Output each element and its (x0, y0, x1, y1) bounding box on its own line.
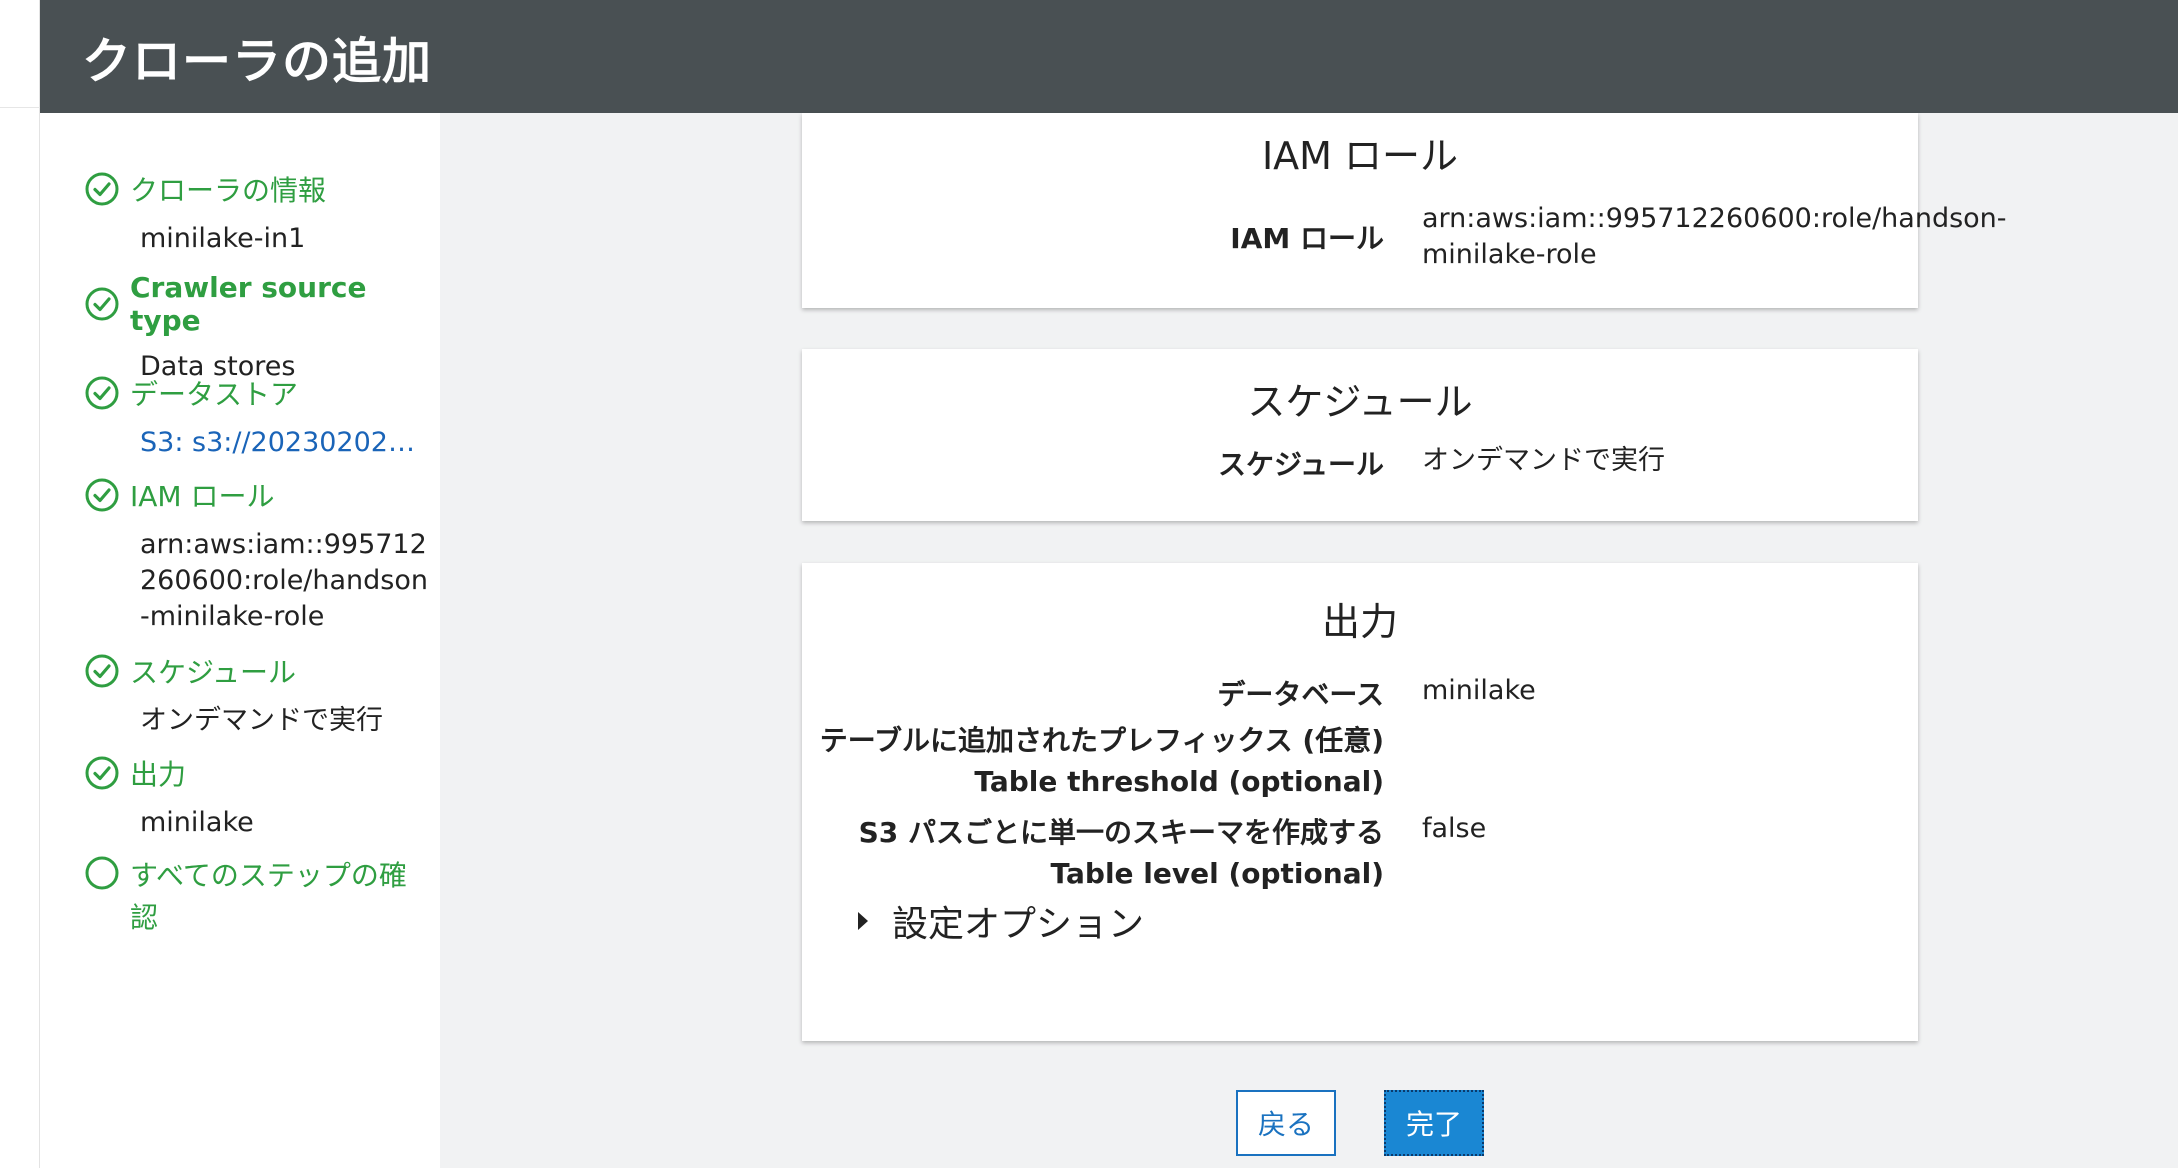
step-schedule[interactable]: スケジュール オンデマンドで実行 (84, 651, 430, 739)
row-label: テーブルに追加されたプレフィックス (任意) (819, 724, 1384, 757)
page-title: クローラの追加 (82, 33, 433, 90)
left-edge (0, 0, 40, 1168)
back-button[interactable]: 戻る (1236, 1090, 1336, 1156)
step-review[interactable]: すべてのステップの確認 (84, 855, 410, 939)
check-circle-icon (85, 172, 119, 206)
finish-button[interactable]: 完了 (1384, 1090, 1484, 1156)
output-card: 出力 データベース minilake テーブルに追加されたプレフィックス (任意… (802, 563, 1918, 1041)
iam-role-value-line2: minilake-role (1422, 239, 1597, 270)
row-label: Table threshold (optional) (974, 765, 1384, 798)
step-value: オンデマンドで実行 (140, 705, 383, 736)
step-title: 出力 (130, 758, 187, 791)
caret-right-icon (858, 912, 868, 930)
check-circle-icon (85, 287, 119, 321)
step-iam-role[interactable]: IAM ロール arn:aws:iam::995712260600:role/h… (84, 475, 430, 635)
schedule-card: スケジュール スケジュール オンデマンドで実行 (802, 349, 1918, 521)
step-title: すべてのステップの確認 (130, 859, 407, 934)
check-circle-icon (85, 756, 119, 790)
config-options-label: 設定オプション (892, 904, 1145, 945)
config-options-toggle[interactable]: 設定オプション (858, 895, 1144, 947)
step-title: IAM ロール (130, 480, 275, 513)
card-title: IAM ロール (1261, 134, 1459, 178)
step-output[interactable]: 出力 minilake (84, 753, 430, 841)
row-label: S3 パスごとに単一のスキーマを作成する (858, 816, 1384, 849)
step-title: Crawler source type (130, 271, 367, 337)
step-crawler-info[interactable]: クローラの情報 minilake-in1 (84, 169, 430, 257)
iam-role-card: IAM ロール IAM ロール arn:aws:iam::99571226060… (802, 113, 2007, 308)
data-store-link[interactable]: S3: s3://20230202-... (140, 425, 420, 461)
step-crawler-source-type[interactable]: Crawler source type Data stores (84, 271, 440, 385)
step-title: スケジュール (130, 656, 297, 689)
schedule-label: スケジュール (1217, 448, 1384, 481)
card-title: スケジュール (1247, 380, 1473, 424)
iam-role-label: IAM ロール (1230, 222, 1384, 255)
page-header: クローラの追加 (40, 0, 2178, 113)
row-value: minilake (1422, 675, 1536, 706)
step-title: クローラの情報 (130, 174, 327, 207)
check-circle-icon (85, 654, 119, 688)
row-label: Table level (optional) (1050, 857, 1384, 890)
step-data-store[interactable]: データストア S3: s3://20230202-... (84, 373, 420, 461)
step-value: arn:aws:iam::995712260600:role/handson-m… (140, 529, 429, 632)
main-content: IAM ロール IAM ロール arn:aws:iam::99571226060… (440, 113, 2178, 1168)
schedule-value: オンデマンドで実行 (1422, 445, 1665, 476)
iam-role-value-line1: arn:aws:iam::995712260600:role/handson- (1422, 203, 2007, 234)
step-title: データストア (130, 378, 299, 411)
row-label: データベース (1217, 678, 1384, 711)
empty-circle-icon (85, 856, 119, 890)
steps-sidebar: クローラの情報 minilake-in1 Crawler source type… (40, 113, 440, 1168)
row-value: false (1422, 813, 1487, 844)
card-title: 出力 (1321, 600, 1398, 644)
step-value: minilake (140, 807, 254, 838)
step-value: minilake-in1 (140, 223, 306, 254)
check-circle-icon (85, 478, 119, 512)
check-circle-icon (85, 376, 119, 410)
